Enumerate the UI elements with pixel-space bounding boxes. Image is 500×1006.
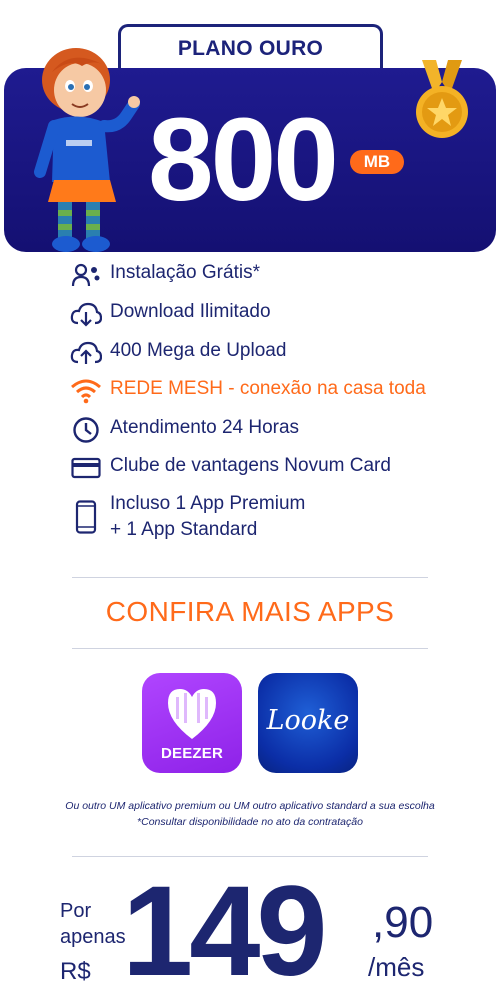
credit-card-icon (66, 453, 106, 483)
gold-medal-icon (416, 60, 468, 138)
price-cents: ,90 (372, 898, 434, 947)
plan-name-tab: PLANO OURO (118, 24, 383, 72)
feature-text: 400 Mega de Upload (110, 340, 287, 361)
mascot-illustration (34, 48, 140, 252)
feature-text-second-line: + 1 App Standard (110, 519, 258, 540)
wifi-icon (66, 376, 106, 406)
price-period: /mês (368, 952, 425, 982)
availability-note: *Consultar disponibilidade no ato da con… (137, 816, 363, 828)
feature-item: REDE MESH - conexão na casa toda (66, 376, 426, 406)
deezer-app-tile[interactable]: DEEZER (142, 673, 242, 773)
feature-item: Download Ilimitado (66, 299, 271, 329)
clock-icon (66, 415, 106, 445)
looke-label: Looke (266, 705, 350, 736)
deezer-heart-icon (168, 689, 216, 739)
divider (72, 648, 428, 649)
plan-speed: 800 (148, 94, 339, 226)
divider (72, 577, 428, 578)
more-apps-title: CONFIRA MAIS APPS (105, 596, 395, 627)
cloud-upload-icon (66, 338, 106, 368)
deezer-label: DEEZER (160, 745, 224, 762)
feature-text-multi: Incluso 1 App Premium + 1 App Standard (106, 491, 305, 543)
apps-note: Ou outro UM aplicativo premium ou UM out… (65, 800, 435, 812)
cloud-download-icon (66, 299, 106, 329)
feature-item: Instalação Grátis* (66, 260, 260, 290)
price-prefix-por: Por (60, 900, 92, 922)
speed-unit-badge: MB (350, 150, 404, 174)
smartphone-icon (66, 491, 106, 543)
feature-text: Atendimento 24 Horas (110, 417, 300, 438)
feature-item: Incluso 1 App Premium + 1 App Standard (66, 491, 305, 543)
divider (72, 856, 428, 857)
feature-item: 400 Mega de Upload (66, 338, 286, 368)
feature-text: REDE MESH - conexão na casa toda (110, 378, 426, 399)
feature-text: Download Ilimitado (110, 301, 271, 322)
price-integer: 149 (122, 860, 328, 1003)
feature-text: Instalação Grátis* (110, 262, 260, 283)
feature-text: Clube de vantagens Novum Card (110, 455, 391, 476)
feature-text: Incluso 1 App Premium (110, 493, 306, 514)
looke-app-tile[interactable]: Looke (258, 673, 358, 773)
price-prefix-apenas: apenas (60, 926, 126, 948)
feature-item: Clube de vantagens Novum Card (66, 453, 391, 483)
price-currency: R$ (60, 958, 91, 985)
feature-item: Atendimento 24 Horas (66, 415, 299, 445)
installer-gears-icon (66, 260, 106, 290)
